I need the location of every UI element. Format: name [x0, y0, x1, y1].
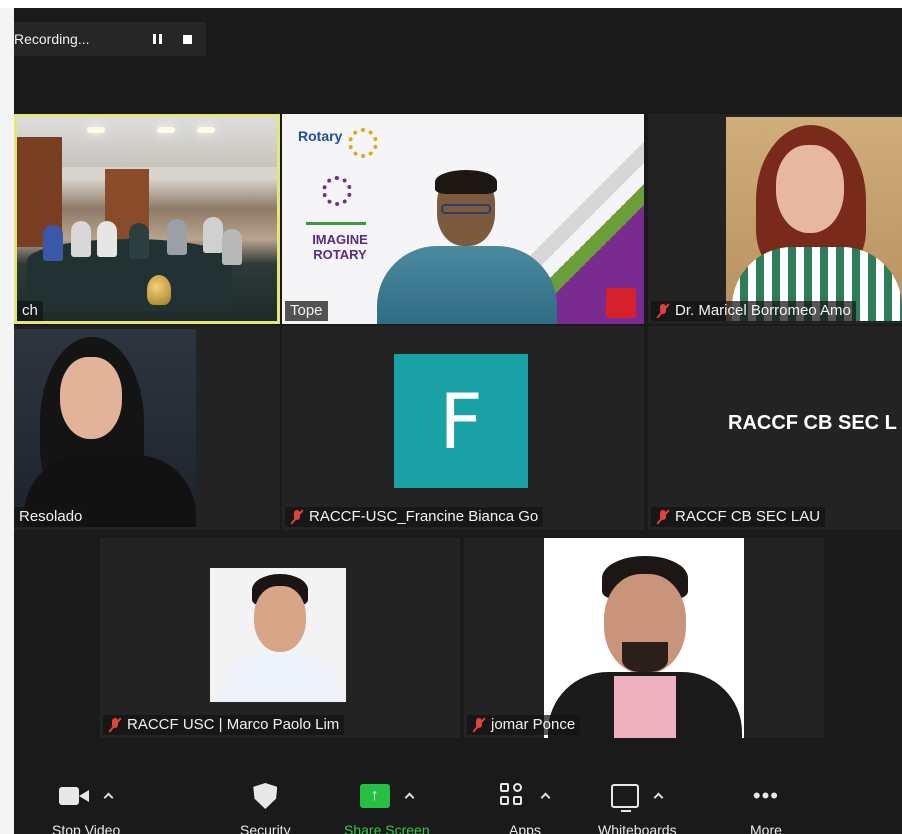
- bell: [147, 275, 171, 305]
- rotary-wheel-icon: [348, 128, 378, 158]
- avatar-letter: F: [439, 376, 483, 466]
- logo-badge: [606, 288, 636, 318]
- mic-muted-icon: [656, 509, 670, 525]
- participant-name: Tope: [290, 302, 323, 319]
- meeting-toolbar: Stop Video Security ↑ Share Screen Apps: [14, 770, 902, 834]
- toolbar-label: Security: [240, 822, 291, 834]
- apps-icon: [500, 783, 526, 809]
- participant-name: RACCF-USC_Francine Bianca Go: [309, 508, 539, 525]
- participant-name-label: Resolado: [14, 507, 88, 527]
- participant-tile-jomar[interactable]: jomar Ponce: [464, 538, 824, 738]
- share-screen-icon: ↑: [359, 784, 390, 808]
- chevron-up-icon[interactable]: [653, 791, 663, 801]
- participant-tile-maricel[interactable]: Dr. Maricel Borromeo Amo: [648, 114, 902, 324]
- zoom-window: Recording... ch Rotary IMAGINE ROTARY To…: [0, 0, 902, 834]
- toolbar-label: Whiteboards: [598, 822, 677, 834]
- participant-name-label: Dr. Maricel Borromeo Amo: [651, 301, 856, 321]
- toolbar-label: Share Screen: [344, 822, 430, 834]
- participant-name: jomar Ponce: [491, 716, 576, 733]
- chevron-up-icon[interactable]: [404, 791, 414, 801]
- participant-video: [726, 117, 902, 321]
- participant-tile-marco[interactable]: RACCF USC | Marco Paolo Lim: [100, 538, 460, 738]
- participant-name-label: RACCF-USC_Francine Bianca Go: [285, 507, 544, 527]
- stop-icon: [182, 34, 192, 44]
- more-icon: •••: [752, 783, 779, 808]
- participant-tile-resolado[interactable]: Resolado: [14, 326, 280, 530]
- toolbar-label: Apps: [509, 822, 541, 834]
- chevron-up-icon[interactable]: [103, 791, 113, 801]
- more-button[interactable]: ••• More: [750, 778, 782, 834]
- participant-name: ch: [22, 302, 38, 319]
- participant-name: RACCF USC | Marco Paolo Lim: [127, 716, 340, 733]
- participant-video: [14, 329, 196, 527]
- sun-logo-icon: [322, 176, 352, 206]
- shield-icon: [253, 783, 278, 809]
- rotary-slide-video: Rotary IMAGINE ROTARY: [282, 114, 644, 324]
- participant-video: [544, 538, 744, 738]
- imagine-rotary-text: IMAGINE ROTARY: [312, 232, 368, 262]
- recording-status-text: Recording...: [14, 31, 90, 47]
- share-screen-button[interactable]: ↑ Share Screen: [344, 778, 430, 834]
- apps-button[interactable]: Apps: [500, 778, 550, 834]
- pause-recording-button[interactable]: [142, 24, 172, 54]
- toolbar-label: Stop Video: [52, 822, 121, 834]
- left-edge: [0, 8, 14, 834]
- mic-muted-icon: [108, 717, 122, 733]
- whiteboards-button[interactable]: Whiteboards: [598, 778, 677, 834]
- mic-muted-icon: [472, 717, 486, 733]
- rotary-title: Rotary: [298, 128, 343, 144]
- participant-tile-ch[interactable]: ch: [14, 114, 280, 324]
- participant-name: Dr. Maricel Borromeo Amo: [675, 302, 851, 319]
- pause-icon: [152, 34, 162, 44]
- participant-display-name: RACCF CB SEC L: [728, 412, 897, 434]
- participant-name-label: Tope: [285, 301, 328, 321]
- avatar: F: [394, 354, 528, 488]
- participant-name-label: jomar Ponce: [467, 715, 581, 735]
- toolbar-label: More: [750, 822, 782, 834]
- chevron-up-icon[interactable]: [540, 791, 550, 801]
- whiteboard-icon: [611, 784, 640, 812]
- mic-muted-icon: [656, 303, 670, 319]
- participant-name-label: RACCF USC | Marco Paolo Lim: [103, 715, 345, 735]
- participant-tile-raccf-cb-sec[interactable]: RACCF CB SEC L RACCF CB SEC LAU: [648, 326, 902, 530]
- participant-name: RACCF CB SEC LAU: [675, 508, 821, 525]
- participant-name: Resolado: [19, 508, 83, 525]
- participant-video: [210, 568, 346, 702]
- participant-tile-francine[interactable]: F RACCF-USC_Francine Bianca Go: [282, 326, 644, 530]
- camera-icon: [59, 787, 90, 805]
- participant-tile-tope[interactable]: Rotary IMAGINE ROTARY Tope: [282, 114, 644, 324]
- stop-recording-button[interactable]: [172, 24, 202, 54]
- security-button[interactable]: Security: [240, 778, 291, 834]
- recording-indicator: Recording...: [14, 22, 206, 56]
- participant-name-label: ch: [17, 301, 43, 321]
- mic-muted-icon: [290, 509, 304, 525]
- stop-video-button[interactable]: Stop Video: [52, 778, 120, 834]
- speaker-person: [377, 170, 557, 324]
- meeting-room-video: [17, 117, 277, 321]
- participant-name-label: RACCF CB SEC LAU: [651, 507, 826, 527]
